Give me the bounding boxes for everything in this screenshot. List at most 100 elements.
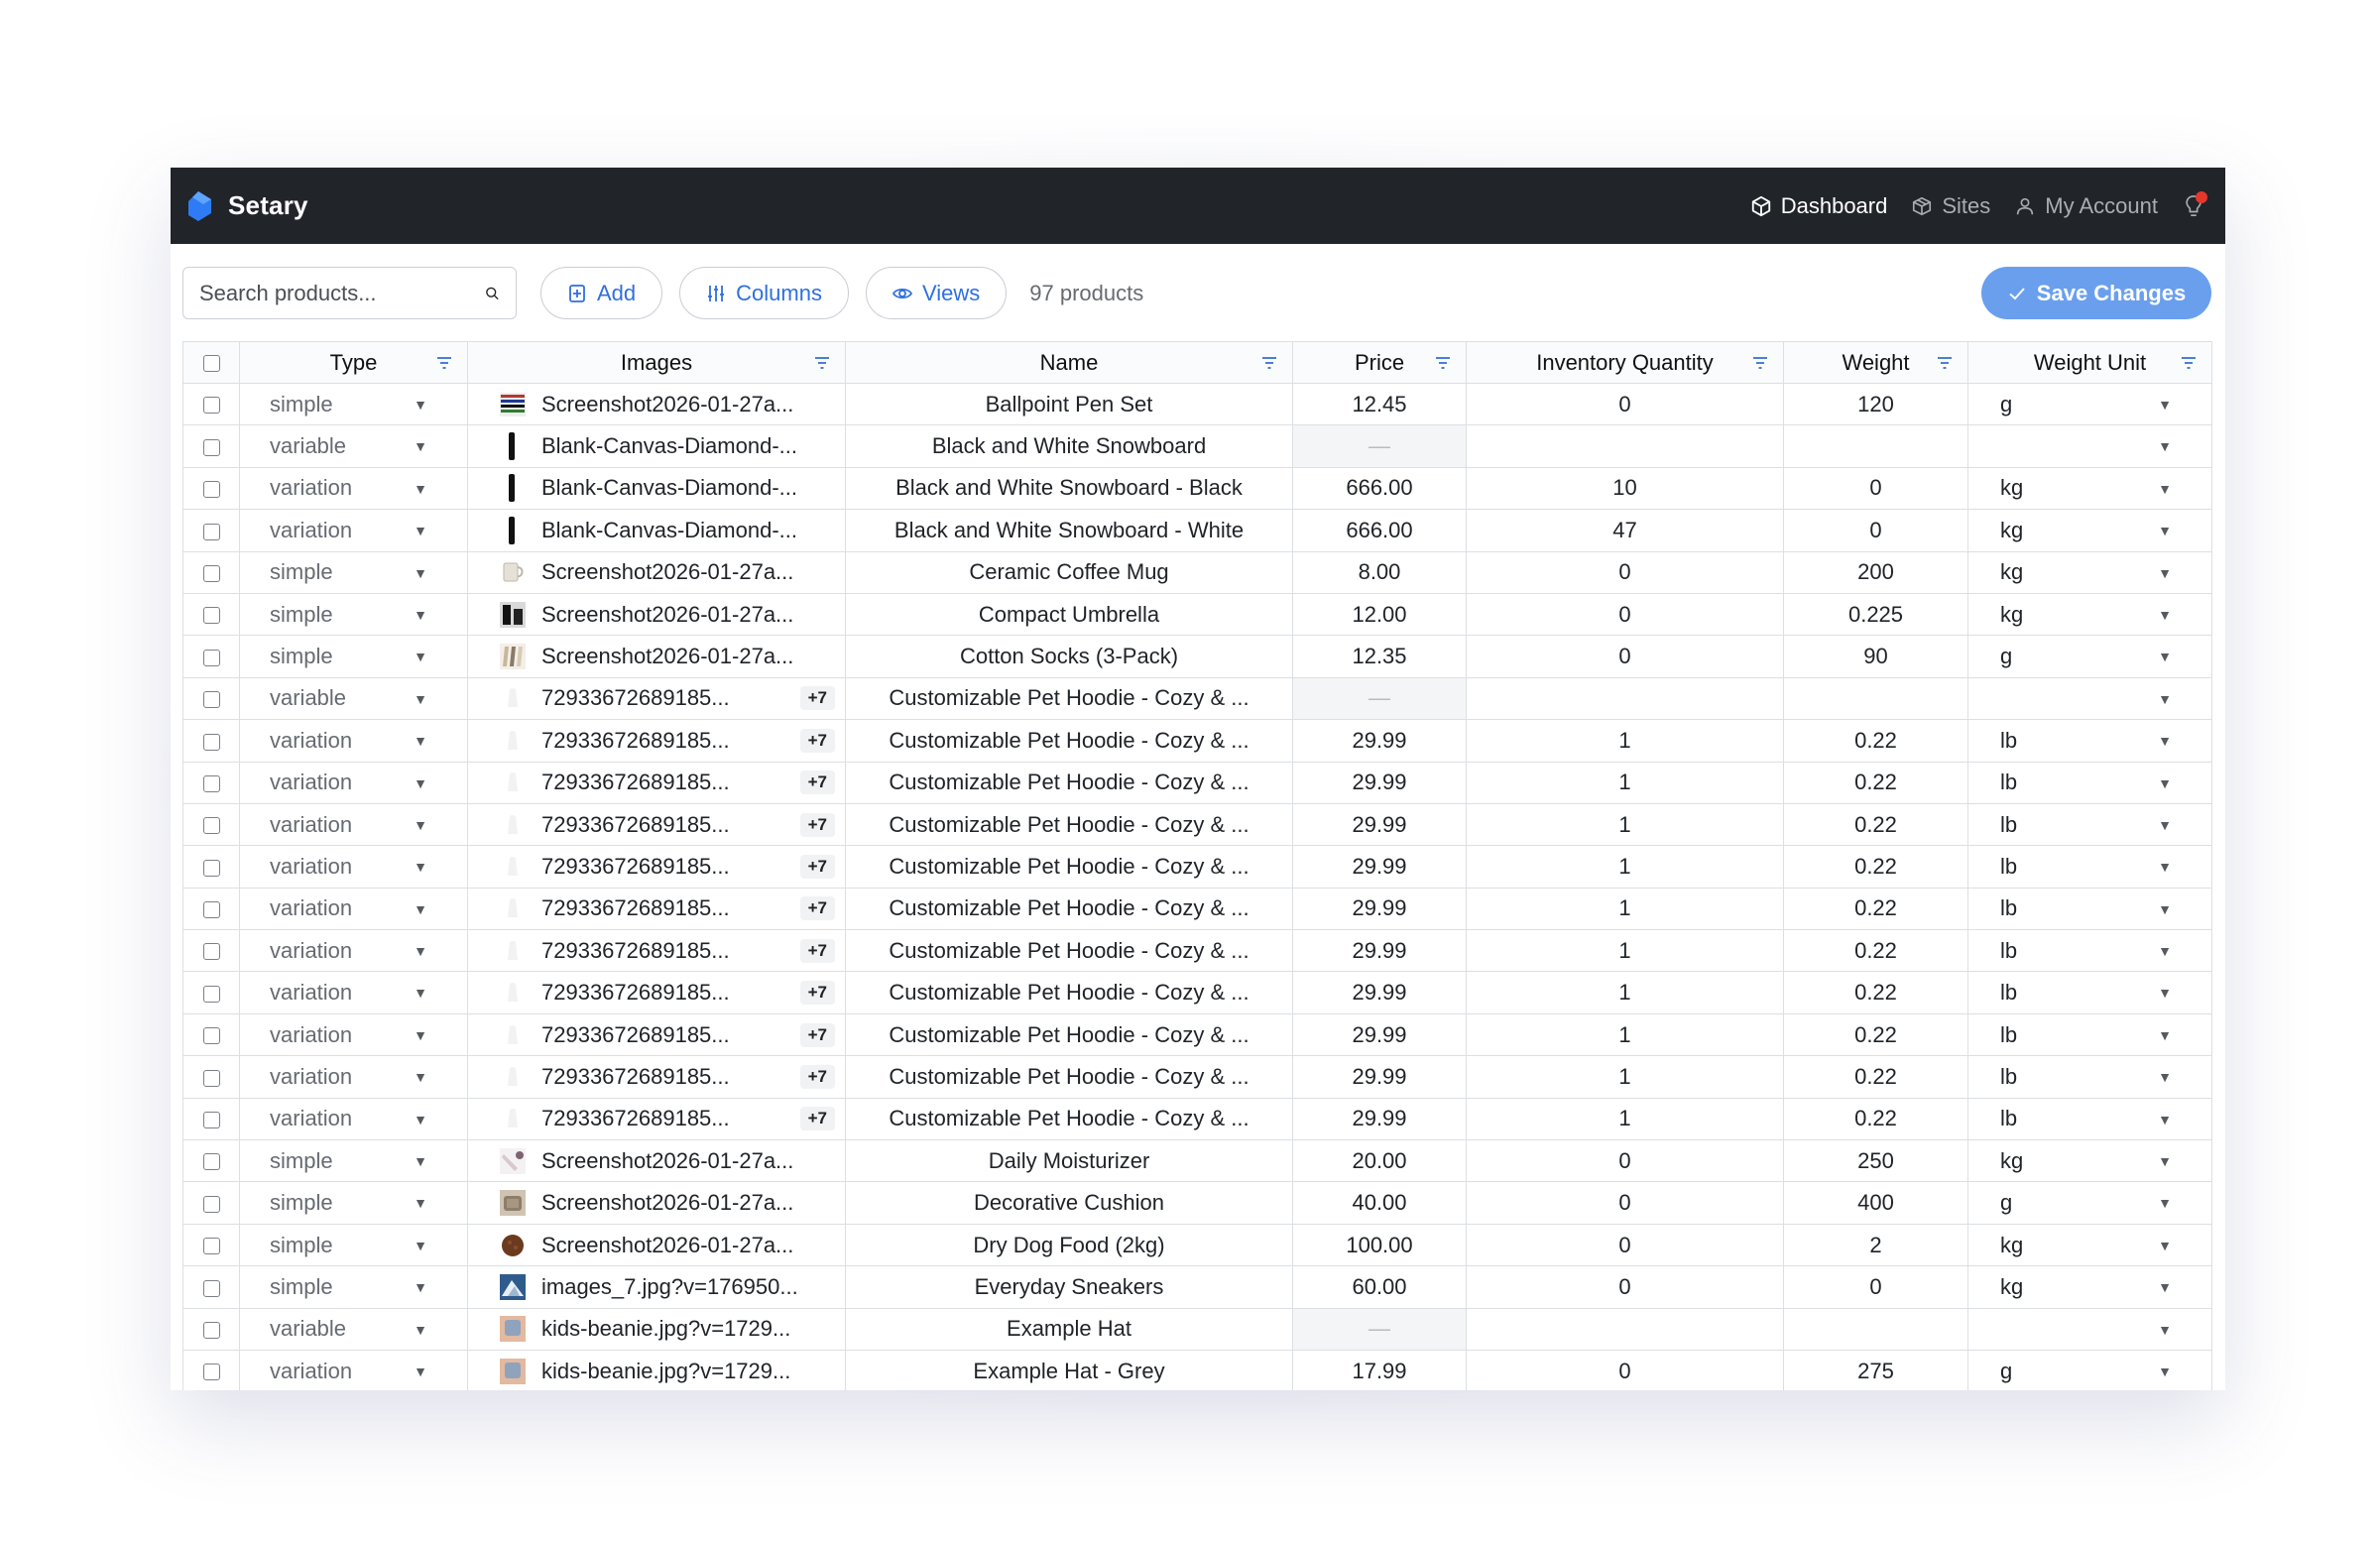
table-row[interactable]: variation ▼ 72933672689185... +7 Customiz… [182, 929, 2212, 973]
images-cell[interactable]: kids-beanie.jpg?v=1729... [467, 1307, 846, 1351]
inventory-cell[interactable]: 1 [1466, 719, 1784, 763]
dropdown-caret-icon[interactable]: ▼ [414, 1238, 427, 1253]
table-row[interactable]: variation ▼ 72933672689185... +7 Customiz… [182, 1055, 2212, 1099]
dropdown-caret-icon[interactable]: ▼ [414, 1195, 427, 1211]
name-cell[interactable]: Customizable Pet Hoodie - Cozy & ... [845, 929, 1293, 973]
type-cell[interactable]: variable ▼ [239, 1307, 468, 1351]
type-cell[interactable]: variation ▼ [239, 802, 468, 847]
column-header-type[interactable]: Type [239, 341, 468, 384]
more-images-badge[interactable]: +7 [799, 771, 835, 795]
row-select-cell[interactable] [182, 424, 240, 468]
product-thumbnail-sneakers[interactable] [498, 1272, 528, 1302]
more-images-badge[interactable]: +7 [799, 854, 835, 879]
product-thumbnail-hat[interactable] [498, 1314, 528, 1344]
weight-unit-cell[interactable]: lb ▼ [1967, 1012, 2212, 1057]
type-cell[interactable]: variation ▼ [239, 719, 468, 763]
row-checkbox[interactable] [202, 564, 220, 582]
name-cell[interactable]: Decorative Cushion [845, 1181, 1293, 1225]
type-cell[interactable]: variation ▼ [239, 887, 468, 931]
weight-cell[interactable] [1783, 676, 1968, 721]
name-cell[interactable]: Customizable Pet Hoodie - Cozy & ... [845, 1055, 1293, 1099]
views-button[interactable]: Views [865, 267, 1008, 319]
dropdown-caret-icon[interactable]: ▼ [2158, 901, 2172, 917]
more-images-badge[interactable]: +7 [799, 728, 835, 753]
select-all-checkbox[interactable] [202, 355, 220, 373]
name-cell[interactable]: Black and White Snowboard [845, 424, 1293, 468]
weight-unit-cell[interactable]: kg ▼ [1967, 466, 2212, 511]
dropdown-caret-icon[interactable]: ▼ [414, 1153, 427, 1169]
price-cell[interactable]: 12.35 [1292, 635, 1467, 678]
product-thumbnail-hoodie[interactable] [498, 1062, 528, 1092]
weight-cell[interactable]: 250 [1783, 1139, 1968, 1183]
table-row[interactable]: variation ▼ kids-beanie.jpg?v=1729... Exa… [182, 1349, 2212, 1390]
inventory-cell[interactable] [1466, 676, 1784, 721]
dropdown-caret-icon[interactable]: ▼ [414, 775, 427, 791]
row-select-cell[interactable] [182, 635, 240, 678]
dropdown-caret-icon[interactable]: ▼ [2158, 1112, 2172, 1127]
type-cell[interactable]: variation ▼ [239, 466, 468, 511]
row-select-cell[interactable] [182, 1055, 240, 1099]
weight-cell[interactable]: 0.22 [1783, 1097, 1968, 1141]
table-row[interactable]: simple ▼ Screenshot2026-01-27a... Daily M… [182, 1139, 2212, 1183]
weight-cell[interactable]: 0.22 [1783, 802, 1968, 847]
type-cell[interactable]: simple ▼ [239, 1139, 468, 1183]
filter-icon[interactable] [1434, 354, 1452, 372]
type-cell[interactable]: variation ▼ [239, 1012, 468, 1057]
dropdown-caret-icon[interactable]: ▼ [2158, 523, 2172, 538]
row-checkbox[interactable] [202, 733, 220, 751]
images-cell[interactable]: Screenshot2026-01-27a... [467, 1139, 846, 1183]
type-cell[interactable]: simple ▼ [239, 635, 468, 678]
table-row[interactable]: variation ▼ 72933672689185... +7 Customiz… [182, 1097, 2212, 1141]
weight-unit-cell[interactable]: lb ▼ [1967, 845, 2212, 889]
filter-icon[interactable] [813, 354, 831, 372]
name-cell[interactable]: Compact Umbrella [845, 592, 1293, 637]
type-cell[interactable]: variation ▼ [239, 1349, 468, 1390]
table-row[interactable]: simple ▼ images_7.jpg?v=176950... Everyda… [182, 1265, 2212, 1309]
images-cell[interactable]: 72933672689185... +7 [467, 1097, 846, 1141]
product-thumbnail-hoodie[interactable] [498, 893, 528, 923]
column-header-weight-unit[interactable]: Weight Unit [1967, 341, 2212, 384]
inventory-cell[interactable]: 0 [1466, 1265, 1784, 1309]
product-thumbnail-mug[interactable] [498, 557, 528, 587]
dropdown-caret-icon[interactable]: ▼ [414, 1322, 427, 1338]
table-row[interactable]: variation ▼ 72933672689185... +7 Customiz… [182, 1012, 2212, 1057]
product-thumbnail-hoodie[interactable] [498, 1104, 528, 1133]
name-cell[interactable]: Ballpoint Pen Set [845, 382, 1293, 426]
nav-my-account[interactable]: My Account [2014, 193, 2158, 219]
price-cell[interactable]: — [1292, 1307, 1467, 1351]
inventory-cell[interactable]: 0 [1466, 592, 1784, 637]
row-checkbox[interactable] [202, 1027, 220, 1045]
product-thumbnail-socks[interactable] [498, 642, 528, 671]
row-checkbox[interactable] [202, 943, 220, 961]
row-checkbox[interactable] [202, 817, 220, 835]
weight-cell[interactable]: 0 [1783, 466, 1968, 511]
dropdown-caret-icon[interactable]: ▼ [2158, 733, 2172, 749]
dropdown-caret-icon[interactable]: ▼ [2158, 943, 2172, 959]
dropdown-caret-icon[interactable]: ▼ [2158, 481, 2172, 497]
name-cell[interactable]: Customizable Pet Hoodie - Cozy & ... [845, 887, 1293, 931]
images-cell[interactable]: 72933672689185... +7 [467, 719, 846, 763]
name-cell[interactable]: Daily Moisturizer [845, 1139, 1293, 1183]
images-cell[interactable]: 72933672689185... +7 [467, 887, 846, 931]
row-checkbox[interactable] [202, 691, 220, 709]
price-cell[interactable]: 29.99 [1292, 1055, 1467, 1099]
images-cell[interactable]: Screenshot2026-01-27a... [467, 550, 846, 594]
dropdown-caret-icon[interactable]: ▼ [2158, 397, 2172, 413]
weight-unit-cell[interactable]: lb ▼ [1967, 719, 2212, 763]
weight-unit-cell[interactable]: kg ▼ [1967, 550, 2212, 594]
dropdown-caret-icon[interactable]: ▼ [414, 691, 427, 707]
more-images-badge[interactable]: +7 [799, 686, 835, 711]
row-checkbox[interactable] [202, 649, 220, 666]
images-cell[interactable]: 72933672689185... +7 [467, 971, 846, 1014]
images-cell[interactable]: Blank-Canvas-Diamond-... [467, 509, 846, 552]
row-checkbox[interactable] [202, 1321, 220, 1339]
row-select-cell[interactable] [182, 509, 240, 552]
price-cell[interactable]: 60.00 [1292, 1265, 1467, 1309]
weight-cell[interactable]: 0 [1783, 1265, 1968, 1309]
inventory-cell[interactable]: 0 [1466, 382, 1784, 426]
images-cell[interactable]: Screenshot2026-01-27a... [467, 635, 846, 678]
dropdown-caret-icon[interactable]: ▼ [2158, 817, 2172, 833]
price-cell[interactable]: 17.99 [1292, 1349, 1467, 1390]
row-checkbox[interactable] [202, 607, 220, 625]
price-cell[interactable]: 29.99 [1292, 761, 1467, 804]
